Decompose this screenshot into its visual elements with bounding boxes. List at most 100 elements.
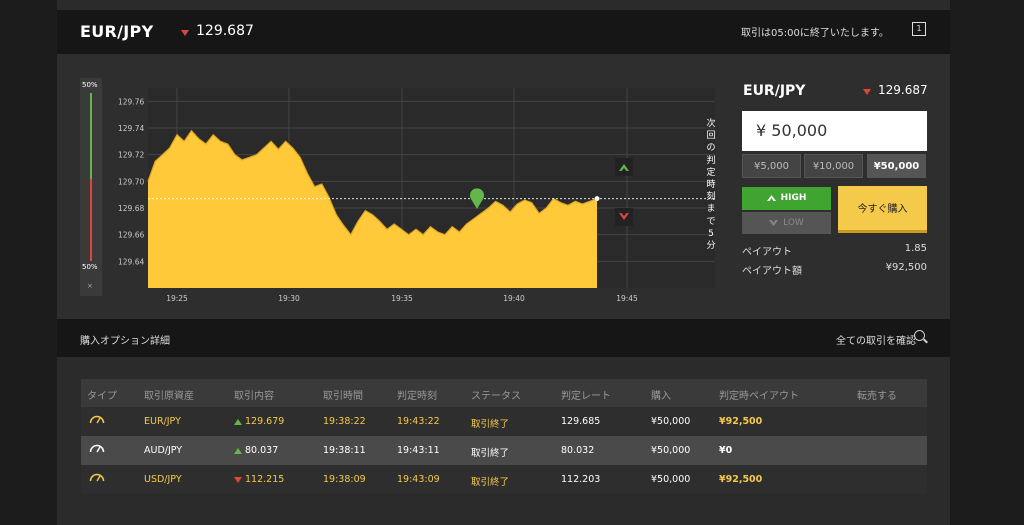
preset-5000-button[interactable]: ¥5,000 (742, 154, 801, 178)
cell-asset: AUD/JPY (144, 445, 183, 456)
th-amount: 購入 (651, 391, 671, 402)
y-tick-label: 129.68 (118, 204, 144, 213)
down-arrow-icon (234, 476, 242, 483)
payout-amount-value: ¥92,500 (885, 262, 927, 273)
payout-value: 1.85 (904, 243, 927, 254)
payout-row: ペイアウト 1.85 (742, 243, 927, 258)
window-icon[interactable]: 1 (912, 22, 926, 36)
countdown-char: 定 (706, 167, 716, 178)
gauge-icon (89, 415, 105, 424)
th-close-rate: 判定レート (561, 391, 611, 402)
countdown-char: 5 (708, 228, 714, 239)
high-button[interactable]: HIGH (742, 187, 831, 210)
cell-entry: 80.037 (234, 445, 278, 456)
current-price-dot (594, 196, 600, 202)
th-asset: 取引原資産 (144, 391, 194, 402)
cell-status: 取引終了 (471, 448, 510, 459)
cell-amount: ¥50,000 (651, 474, 691, 485)
sentiment-low-pct: 50% (82, 263, 98, 271)
cell-entry-value: 80.037 (245, 445, 279, 456)
th-content: 取引内容 (234, 391, 274, 402)
sentiment-close-icon[interactable]: × (87, 282, 93, 290)
th-payout: 判定時ペイアウト (719, 391, 799, 402)
th-resell: 転売する (857, 391, 897, 402)
cell-expiry: 19:43:22 (397, 416, 440, 427)
cell-entry-value: 129.679 (245, 416, 285, 427)
x-tick-label: 19:30 (278, 294, 300, 303)
cell-asset: EUR/JPY (144, 416, 181, 427)
details-title: 購入オプション詳細 (80, 336, 170, 347)
countdown-char: の (706, 143, 716, 154)
amount-input[interactable]: ¥ 50,000 (742, 111, 927, 151)
countdown-char: ま (706, 204, 716, 215)
countdown-char: 分 (706, 241, 716, 252)
cell-time: 19:38:22 (323, 416, 366, 427)
y-tick-label: 129.72 (118, 151, 144, 160)
header-pair: EUR/JPY (80, 22, 154, 41)
countdown-char: 刻 (706, 192, 716, 203)
cell-entry-value: 112.215 (245, 474, 285, 485)
y-tick-label: 129.70 (118, 177, 144, 186)
up-arrow-icon (766, 194, 776, 201)
cell-payout: ¥92,500 (719, 474, 763, 485)
y-tick-label: 129.66 (118, 231, 144, 240)
low-button[interactable]: LOW (742, 212, 831, 234)
payout-label: ペイアウト (742, 247, 792, 258)
cell-expiry: 19:43:11 (397, 445, 440, 456)
preset-50000-button[interactable]: ¥50,000 (867, 154, 926, 178)
cell-entry: 112.215 (234, 474, 284, 485)
table-header: タイプ 取引原資産 取引内容 取引時間 判定時刻 ステータス 判定レート 購入 … (81, 379, 927, 407)
th-time: 取引時間 (323, 391, 363, 402)
up-arrow-icon (234, 418, 242, 425)
y-tick-label: 129.64 (118, 257, 144, 266)
cell-payout: ¥0 (719, 445, 733, 456)
rate-down-icon (181, 30, 189, 36)
x-tick-label: 19:45 (616, 294, 638, 303)
cell-expiry: 19:43:09 (397, 474, 440, 485)
sentiment-high-bar (90, 93, 92, 179)
gauge-icon (89, 444, 105, 453)
cell-amount: ¥50,000 (651, 445, 691, 456)
countdown-char: 回 (706, 131, 716, 142)
countdown-char: 次 (706, 119, 716, 129)
header-rate: 129.687 (196, 23, 254, 39)
cell-close-rate: 112.203 (561, 474, 601, 485)
th-type: タイプ (87, 391, 117, 402)
view-all-trades-link[interactable]: 全ての取引を確認 (836, 332, 916, 347)
buy-now-button[interactable]: 今すぐ購入 (838, 186, 927, 233)
low-label: LOW (783, 218, 804, 228)
cell-close-rate: 129.685 (561, 416, 601, 427)
preset-10000-button[interactable]: ¥10,000 (804, 154, 863, 178)
trade-rate-down-icon (863, 89, 871, 95)
countdown-char: 時 (706, 180, 716, 191)
search-icon[interactable] (914, 330, 925, 341)
sentiment-low-bar (90, 179, 92, 261)
cell-asset: USD/JPY (144, 474, 182, 485)
cell-payout: ¥92,500 (719, 416, 763, 427)
sentiment-high-pct: 50% (82, 81, 98, 89)
trade-pair: EUR/JPY (743, 83, 806, 99)
countdown-char: 判 (706, 155, 716, 166)
close-message: 取引は05:00に終了いたします。 (741, 28, 889, 39)
payout-amount-label: ペイアウト額 (742, 266, 802, 277)
th-expiry: 判定時刻 (397, 391, 437, 402)
cell-time: 19:38:09 (323, 474, 366, 485)
trade-rate: 129.687 (878, 83, 928, 97)
details-bar (57, 319, 950, 357)
amount-presets: ¥5,000 ¥10,000 ¥50,000 (742, 154, 927, 178)
table-row[interactable]: USD/JPY 112.215 19:38:09 19:43:09 取引終了 112.20… (81, 465, 927, 494)
th-status: ステータス (471, 391, 521, 402)
x-tick-label: 19:35 (391, 294, 413, 303)
table-row[interactable]: EUR/JPY 129.679 19:38:22 19:43:22 取引終了 129.68… (81, 407, 927, 436)
x-tick-label: 19:40 (503, 294, 525, 303)
high-label: HIGH (780, 193, 807, 203)
cell-entry: 129.679 (234, 416, 284, 427)
table-row[interactable]: AUD/JPY 80.037 19:38:11 19:43:11 取引終了 80.032 ¥… (81, 436, 927, 465)
cell-status: 取引終了 (471, 477, 510, 488)
x-tick-label: 19:25 (166, 294, 188, 303)
up-arrow-icon (234, 447, 242, 454)
payout-amount-row: ペイアウト額 ¥92,500 (742, 262, 927, 277)
countdown-char: で (706, 216, 716, 227)
y-tick-label: 129.74 (118, 124, 144, 133)
down-arrow-icon (769, 219, 779, 226)
